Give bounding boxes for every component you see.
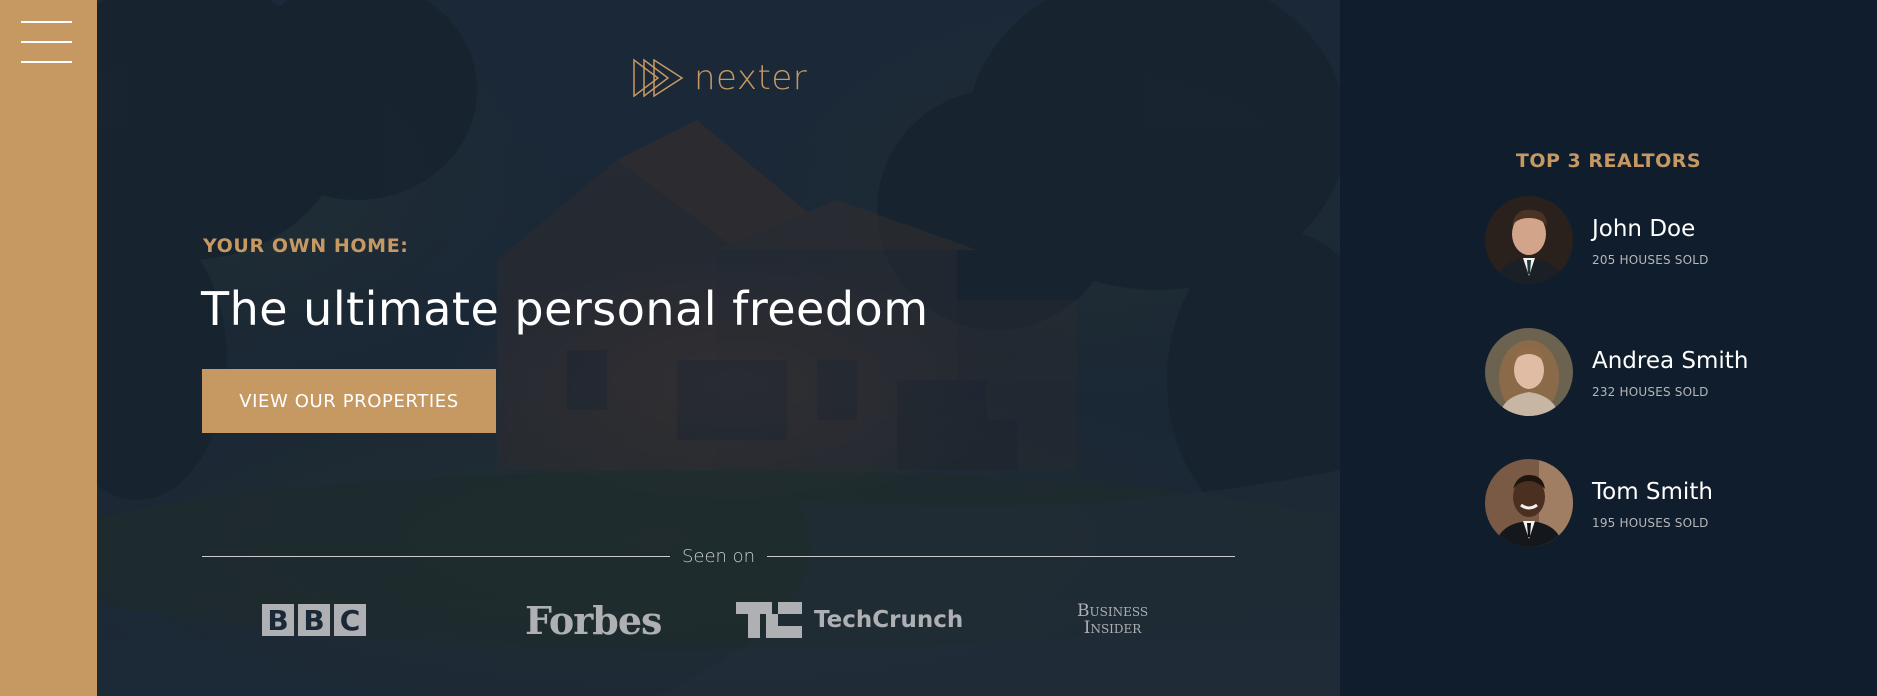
hero-title: The ultimate personal freedom: [201, 282, 929, 336]
press-logos: B B C Forbes TechCrunch Business Insider: [202, 595, 1235, 645]
bbc-letter: B: [262, 604, 294, 637]
realtor-card[interactable]: Tom Smith 195 houses sold: [1485, 459, 1845, 549]
hero-sub-heading: Your own home:: [203, 235, 409, 257]
business-insider-logo: Business Insider: [1077, 595, 1148, 645]
techcrunch-wordmark: TechCrunch: [814, 607, 964, 633]
menu-line: [21, 61, 72, 63]
menu-line: [21, 21, 72, 23]
realtor-name: John Doe: [1592, 216, 1696, 242]
realtor-name: Andrea Smith: [1592, 348, 1749, 374]
realtors-heading: Top 3 Realtors: [1515, 150, 1702, 172]
menu-line: [21, 41, 72, 43]
techcrunch-mark-icon: [736, 602, 802, 638]
realtor-houses-sold: 232 houses sold: [1592, 385, 1709, 399]
seen-on-divider: Seen on: [202, 544, 1235, 568]
house-background-image: [97, 0, 1340, 696]
bbc-letter: C: [334, 604, 366, 637]
realtors-panel: Top 3 Realtors John Doe 205 houses sold …: [1340, 0, 1877, 696]
realtor-houses-sold: 195 houses sold: [1592, 516, 1709, 530]
view-properties-button[interactable]: View our properties: [202, 369, 496, 433]
avatar: [1485, 459, 1573, 547]
triple-play-triangles-icon: [633, 58, 684, 98]
realtor-card[interactable]: Andrea Smith 232 houses sold: [1485, 328, 1845, 418]
avatar: [1485, 196, 1573, 284]
seen-on-label: Seen on: [681, 545, 756, 567]
divider-line: [767, 555, 1235, 557]
bbc-letter: B: [298, 604, 330, 637]
brand-name: nexter: [694, 58, 808, 98]
forbes-logo: Forbes: [525, 597, 662, 643]
realtor-name: Tom Smith: [1592, 479, 1713, 505]
hamburger-menu-icon[interactable]: [21, 21, 72, 64]
divider-line: [202, 555, 670, 557]
realtor-houses-sold: 205 houses sold: [1592, 253, 1709, 267]
techcrunch-logo: TechCrunch: [736, 595, 963, 645]
realtor-card[interactable]: John Doe 205 houses sold: [1485, 196, 1845, 286]
brand-logo[interactable]: nexter: [632, 58, 807, 98]
avatar: [1485, 328, 1573, 416]
sidebar: [0, 0, 97, 696]
bi-line-2: Insider: [1083, 618, 1142, 638]
bbc-logo: B B C: [262, 595, 370, 645]
hero-header: nexter Your own home: The ultimate perso…: [97, 0, 1340, 696]
